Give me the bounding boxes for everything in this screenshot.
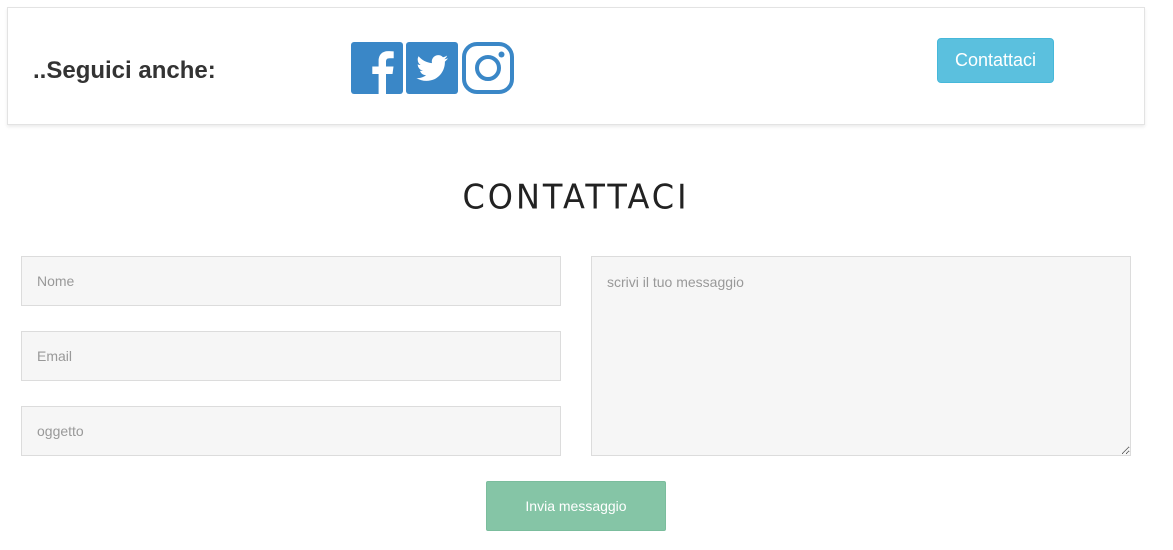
message-textarea[interactable] [591,256,1131,456]
twitter-icon[interactable] [406,42,458,94]
name-field[interactable] [21,256,561,306]
facebook-icon[interactable] [351,42,403,94]
social-follow-bar: ..Seguici anche: Contattaci [7,7,1145,125]
instagram-icon[interactable] [462,42,514,94]
contact-section-title: CONTATTACI [462,177,690,217]
follow-label: ..Seguici anche: [33,57,216,84]
email-field[interactable] [21,331,561,381]
contact-us-button[interactable]: Contattaci [937,38,1054,83]
subject-field[interactable] [21,406,561,456]
send-message-button[interactable]: Invia messaggio [486,481,666,531]
